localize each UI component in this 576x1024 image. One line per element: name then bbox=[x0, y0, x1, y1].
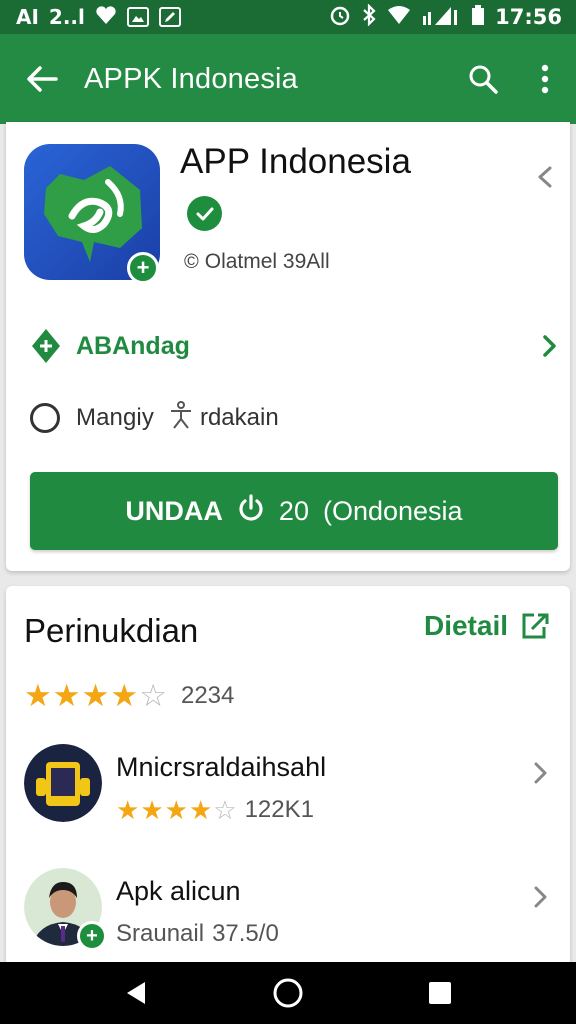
pen-notification-icon bbox=[158, 7, 181, 27]
rating-count: 2234 bbox=[180, 681, 235, 709]
open-external-icon bbox=[522, 613, 549, 639]
detail-label: Dietail bbox=[423, 610, 508, 641]
nav-home-button[interactable] bbox=[263, 968, 313, 1018]
nav-recents-button[interactable] bbox=[415, 968, 465, 1018]
list-item[interactable]: Mnicrsraldaihsahl ★ ★ ★ ★ ☆ 122K1 bbox=[24, 744, 554, 830]
wifi-icon bbox=[387, 5, 411, 30]
more-vert-icon bbox=[541, 64, 549, 94]
rating-stars: ★ ★ ★ ★ ☆ bbox=[24, 680, 167, 711]
diamond-icon bbox=[32, 329, 60, 363]
avatar bbox=[24, 744, 102, 822]
star-icon: ★ bbox=[24, 678, 52, 713]
reviews-card: Perinukdian Dietail ★ ★ ★ ★ ☆ 2234 Mnicr… bbox=[6, 586, 570, 964]
bluetooth-icon bbox=[361, 2, 377, 31]
install-badge-icon: + bbox=[77, 921, 107, 951]
page-title: APPK Indonesia bbox=[84, 62, 298, 95]
accessibility-icon bbox=[168, 400, 194, 436]
list-item-title: Apk alicun bbox=[116, 876, 241, 906]
list-item-subtitle: ★ ★ ★ ★ ☆ 122K1 bbox=[116, 796, 314, 824]
recents-square-icon bbox=[429, 982, 451, 1004]
star-icon: ★ bbox=[116, 795, 140, 825]
alarm-icon bbox=[329, 4, 351, 31]
chevron-right-icon bbox=[543, 335, 556, 357]
chevron-left-icon bbox=[538, 166, 552, 188]
battery-icon bbox=[471, 4, 485, 31]
nav-back-button[interactable] bbox=[111, 968, 161, 1018]
star-icon: ★ bbox=[140, 795, 164, 825]
star-icon: ★ bbox=[52, 678, 81, 713]
heart-icon bbox=[95, 5, 117, 30]
install-mid-label: 20 bbox=[278, 495, 309, 526]
developer-name: Olatmel 39All bbox=[204, 250, 330, 273]
star-icon: ★ bbox=[81, 678, 110, 713]
overall-rating: ★ ★ ★ ★ ☆ 2234 bbox=[24, 680, 234, 711]
list-item-count: 37.5/0 bbox=[212, 920, 279, 947]
copyright-icon: © bbox=[184, 250, 199, 273]
back-arrow-icon bbox=[27, 66, 58, 92]
star-icon: ★ bbox=[164, 795, 188, 825]
status-bar: AI 2..l 17:56 bbox=[0, 0, 576, 34]
signal-label: 2..l bbox=[48, 5, 85, 29]
more-options-button[interactable] bbox=[514, 34, 576, 124]
star-half-icon: ☆ bbox=[213, 795, 237, 825]
chevron-right-icon bbox=[534, 762, 547, 784]
back-button[interactable] bbox=[0, 34, 84, 124]
carrier-label: AI bbox=[16, 5, 39, 29]
status-left: AI 2..l bbox=[16, 5, 181, 30]
collapse-button[interactable] bbox=[530, 160, 560, 194]
home-circle-icon bbox=[273, 978, 303, 1008]
app-bar: APPK Indonesia bbox=[0, 34, 576, 124]
list-item-title: Mnicrsraldaihsahl bbox=[116, 752, 327, 782]
list-item-subtitle: Sraunail 37.5/0 bbox=[116, 920, 279, 948]
list-item-count: 122K1 bbox=[244, 796, 314, 823]
search-button[interactable] bbox=[452, 34, 514, 124]
power-icon bbox=[237, 493, 265, 530]
chevron-right-icon bbox=[534, 886, 547, 908]
install-label: UNDAA bbox=[125, 495, 223, 526]
radio-button[interactable] bbox=[30, 403, 60, 433]
star-icon: ★ bbox=[188, 795, 213, 825]
list-item[interactable]: + Apk alicun Sraunail 37.5/0 bbox=[24, 868, 554, 954]
option-label: Mangiy bbox=[76, 404, 154, 431]
clock: 17:56 bbox=[495, 5, 562, 29]
category-label: ABAndag bbox=[76, 331, 190, 360]
list-item-subtitle-label: Sraunail bbox=[116, 920, 205, 947]
search-icon bbox=[469, 65, 498, 94]
system-nav-bar bbox=[0, 962, 576, 1024]
image-notification-icon bbox=[126, 7, 149, 27]
star-icon: ★ bbox=[110, 678, 139, 713]
option-tail-label: rdakain bbox=[199, 404, 279, 431]
reviews-title: Perinukdian bbox=[24, 612, 199, 649]
verified-icon bbox=[187, 196, 222, 231]
signal-strength-icon bbox=[421, 4, 461, 31]
app-details-card: + APP Indonesia © Olatmel 39All ABAndag … bbox=[6, 122, 570, 571]
app-name: APP Indonesia bbox=[180, 142, 411, 181]
option-row[interactable]: Mangiy rdakain bbox=[30, 398, 279, 438]
developer-line: © Olatmel 39All bbox=[184, 250, 330, 274]
status-right: 17:56 bbox=[329, 2, 562, 31]
category-row[interactable]: ABAndag bbox=[30, 326, 560, 366]
detail-link[interactable]: Dietail bbox=[424, 610, 550, 642]
install-button[interactable]: UNDAA 20 (Ondonesia bbox=[30, 472, 558, 550]
star-outline-icon: ☆ bbox=[139, 678, 167, 713]
install-suffix-label: (Ondonesia bbox=[322, 495, 463, 526]
install-badge-icon: + bbox=[127, 252, 159, 284]
back-triangle-icon bbox=[127, 982, 145, 1004]
item-rating-stars: ★ ★ ★ ★ ☆ bbox=[116, 797, 237, 823]
